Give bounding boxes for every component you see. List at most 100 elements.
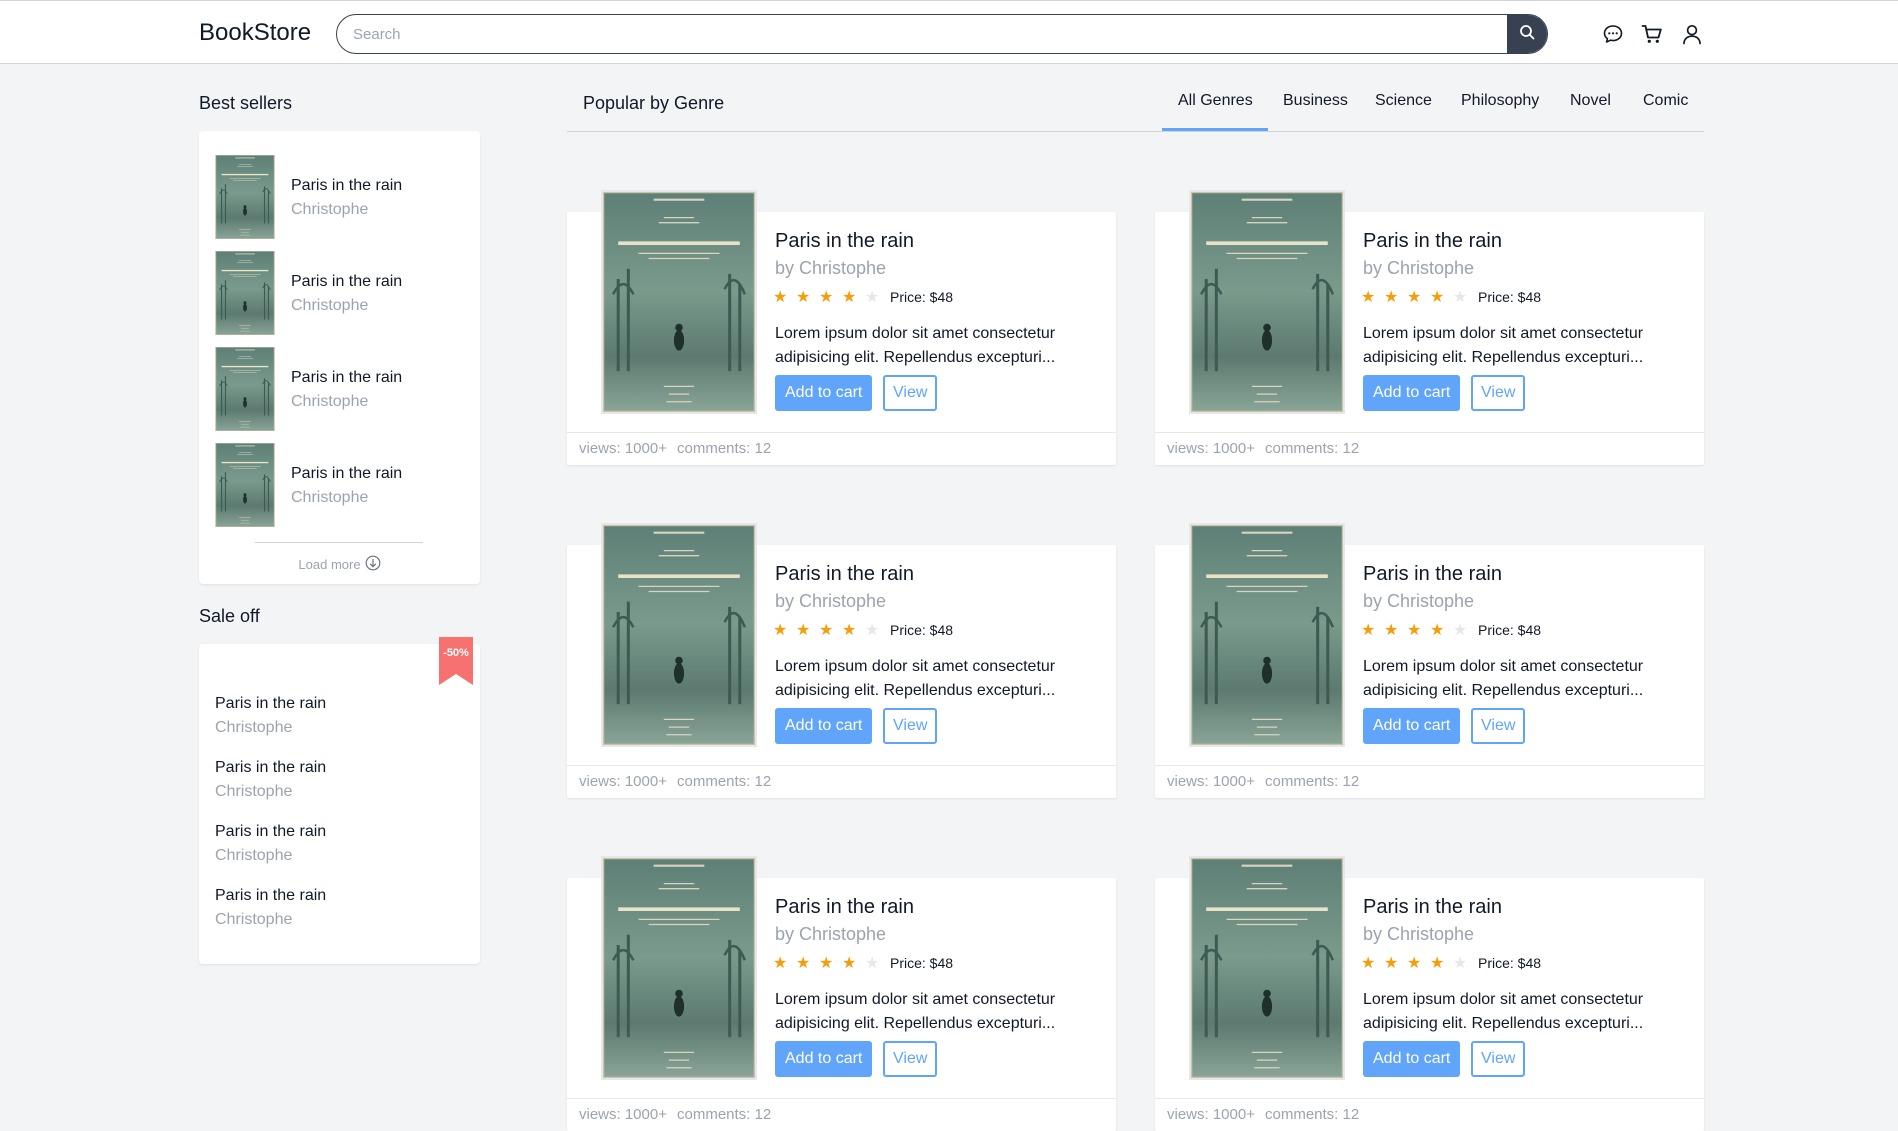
book-title[interactable]: Paris in the rain [1363, 563, 1502, 586]
book-stats: views: 1000+ comments: 12 [1155, 432, 1704, 465]
best-seller-title: Paris in the rain [291, 465, 403, 482]
add-to-cart-button[interactable]: Add to cart [775, 1041, 873, 1077]
book-card: Paris in the rain by Christophe ★ ★ ★ ★ ★ Price… [1155, 856, 1704, 1131]
star-icon: ★ [1453, 622, 1468, 639]
best-seller-item[interactable]: Paris in the rain Christophe [215, 155, 465, 239]
chat-icon[interactable] [1602, 23, 1624, 45]
book-title[interactable]: Paris in the rain [775, 896, 914, 919]
book-description: Lorem ipsum dolor sit amet consectetur a… [1363, 991, 1644, 1032]
comments-count: comments: 12 [1264, 773, 1360, 790]
sale-item-title: Paris in the rain [215, 759, 327, 776]
book-stats: views: 1000+ comments: 12 [1155, 765, 1704, 798]
views-count: views: 1000+ [579, 1106, 667, 1123]
tab-philosophy[interactable]: Philosophy [1461, 92, 1539, 110]
book-stats: views: 1000+ comments: 12 [1155, 1098, 1704, 1131]
tab-comic[interactable]: Comic [1643, 92, 1688, 110]
book-title[interactable]: Paris in the rain [1363, 896, 1502, 919]
comments-count: comments: 12 [676, 773, 772, 790]
book-description: Lorem ipsum dolor sit amet consectetur a… [775, 658, 1056, 699]
best-seller-item[interactable]: Paris in the rain Christophe [215, 251, 465, 335]
star-icon: ★ [773, 955, 788, 972]
tab-business[interactable]: Business [1283, 92, 1348, 110]
load-more-button[interactable]: Load more [199, 555, 480, 574]
cart-icon[interactable] [1641, 23, 1663, 45]
best-seller-author: Christophe [291, 201, 369, 218]
star-icon: ★ [1430, 955, 1445, 972]
view-button[interactable]: View [1471, 375, 1526, 411]
search-button[interactable] [1507, 15, 1547, 53]
tabs-underline [567, 131, 1704, 132]
rating: ★ ★ ★ ★ ★ Price: $48 [773, 288, 953, 306]
view-button[interactable]: View [883, 708, 938, 744]
book-cover-image[interactable] [601, 190, 757, 414]
book-price: Price: $48 [890, 622, 954, 638]
book-price: Price: $48 [1478, 955, 1542, 971]
add-to-cart-button[interactable]: Add to cart [1363, 708, 1461, 744]
sale-item[interactable]: Paris in the rain Christophe [215, 887, 326, 929]
best-seller-item[interactable]: Paris in the rain Christophe [215, 443, 465, 527]
sale-item[interactable]: Paris in the rain Christophe [215, 695, 326, 737]
sale-item-title: Paris in the rain [215, 887, 327, 904]
user-icon[interactable] [1681, 23, 1703, 45]
star-icon: ★ [773, 622, 788, 639]
rating: ★ ★ ★ ★ ★ Price: $48 [1361, 288, 1541, 306]
book-author: by Christophe [775, 591, 887, 611]
tab-all-genres[interactable]: All Genres [1178, 92, 1253, 110]
views-count: views: 1000+ [1167, 440, 1255, 457]
star-icon: ★ [1453, 289, 1468, 306]
star-icon: ★ [842, 289, 857, 306]
book-price: Price: $48 [1478, 289, 1542, 305]
star-icon: ★ [865, 622, 880, 639]
book-cover-image[interactable] [601, 856, 757, 1080]
book-card: Paris in the rain by Christophe ★ ★ ★ ★ ★ Price… [567, 856, 1116, 1131]
tab-science[interactable]: Science [1375, 92, 1432, 110]
view-button[interactable]: View [1471, 1041, 1526, 1077]
sale-off-heading: Sale off [199, 606, 260, 626]
book-title[interactable]: Paris in the rain [775, 230, 914, 253]
best-seller-title: Paris in the rain [291, 273, 403, 290]
star-icon: ★ [819, 955, 834, 972]
view-button[interactable]: View [1471, 708, 1526, 744]
divider [255, 542, 423, 543]
star-icon: ★ [865, 289, 880, 306]
book-cover-image [215, 251, 275, 335]
add-to-cart-button[interactable]: Add to cart [775, 375, 873, 411]
best-seller-item[interactable]: Paris in the rain Christophe [215, 347, 465, 431]
book-cover-image[interactable] [1189, 190, 1345, 414]
sale-item[interactable]: Paris in the rain Christophe [215, 823, 326, 865]
star-icon: ★ [1361, 622, 1376, 639]
book-price: Price: $48 [890, 289, 954, 305]
sale-item-author: Christophe [215, 911, 293, 928]
book-author: by Christophe [1363, 924, 1475, 944]
star-icon: ★ [1407, 955, 1422, 972]
star-icon: ★ [796, 622, 811, 639]
add-to-cart-button[interactable]: Add to cart [1363, 1041, 1461, 1077]
book-cover-image[interactable] [1189, 856, 1345, 1080]
search-input[interactable] [337, 15, 1507, 53]
views-count: views: 1000+ [1167, 773, 1255, 790]
active-tab-indicator [1162, 128, 1268, 131]
views-count: views: 1000+ [579, 773, 667, 790]
sale-off-card: -50% Paris in the rain Christophe Paris … [199, 637, 480, 964]
sale-item[interactable]: Paris in the rain Christophe [215, 759, 326, 801]
book-description: Lorem ipsum dolor sit amet consectetur a… [775, 991, 1056, 1032]
tab-novel[interactable]: Novel [1570, 92, 1611, 110]
book-cover-image[interactable] [601, 523, 757, 747]
load-more-label: Load more [298, 557, 361, 572]
book-title[interactable]: Paris in the rain [1363, 230, 1502, 253]
view-button[interactable]: View [883, 1041, 938, 1077]
add-to-cart-button[interactable]: Add to cart [775, 708, 873, 744]
comments-count: comments: 12 [676, 1106, 772, 1123]
logo[interactable]: BookStore [199, 19, 311, 47]
book-cover-image[interactable] [1189, 523, 1345, 747]
book-title[interactable]: Paris in the rain [775, 563, 914, 586]
star-icon: ★ [865, 955, 880, 972]
book-author: by Christophe [775, 258, 887, 278]
rating: ★ ★ ★ ★ ★ Price: $48 [1361, 954, 1541, 972]
view-button[interactable]: View [883, 375, 938, 411]
add-to-cart-button[interactable]: Add to cart [1363, 375, 1461, 411]
sale-item-title: Paris in the rain [215, 695, 327, 712]
search-bar [336, 14, 1548, 54]
best-seller-title: Paris in the rain [291, 369, 403, 386]
star-icon: ★ [1407, 289, 1422, 306]
